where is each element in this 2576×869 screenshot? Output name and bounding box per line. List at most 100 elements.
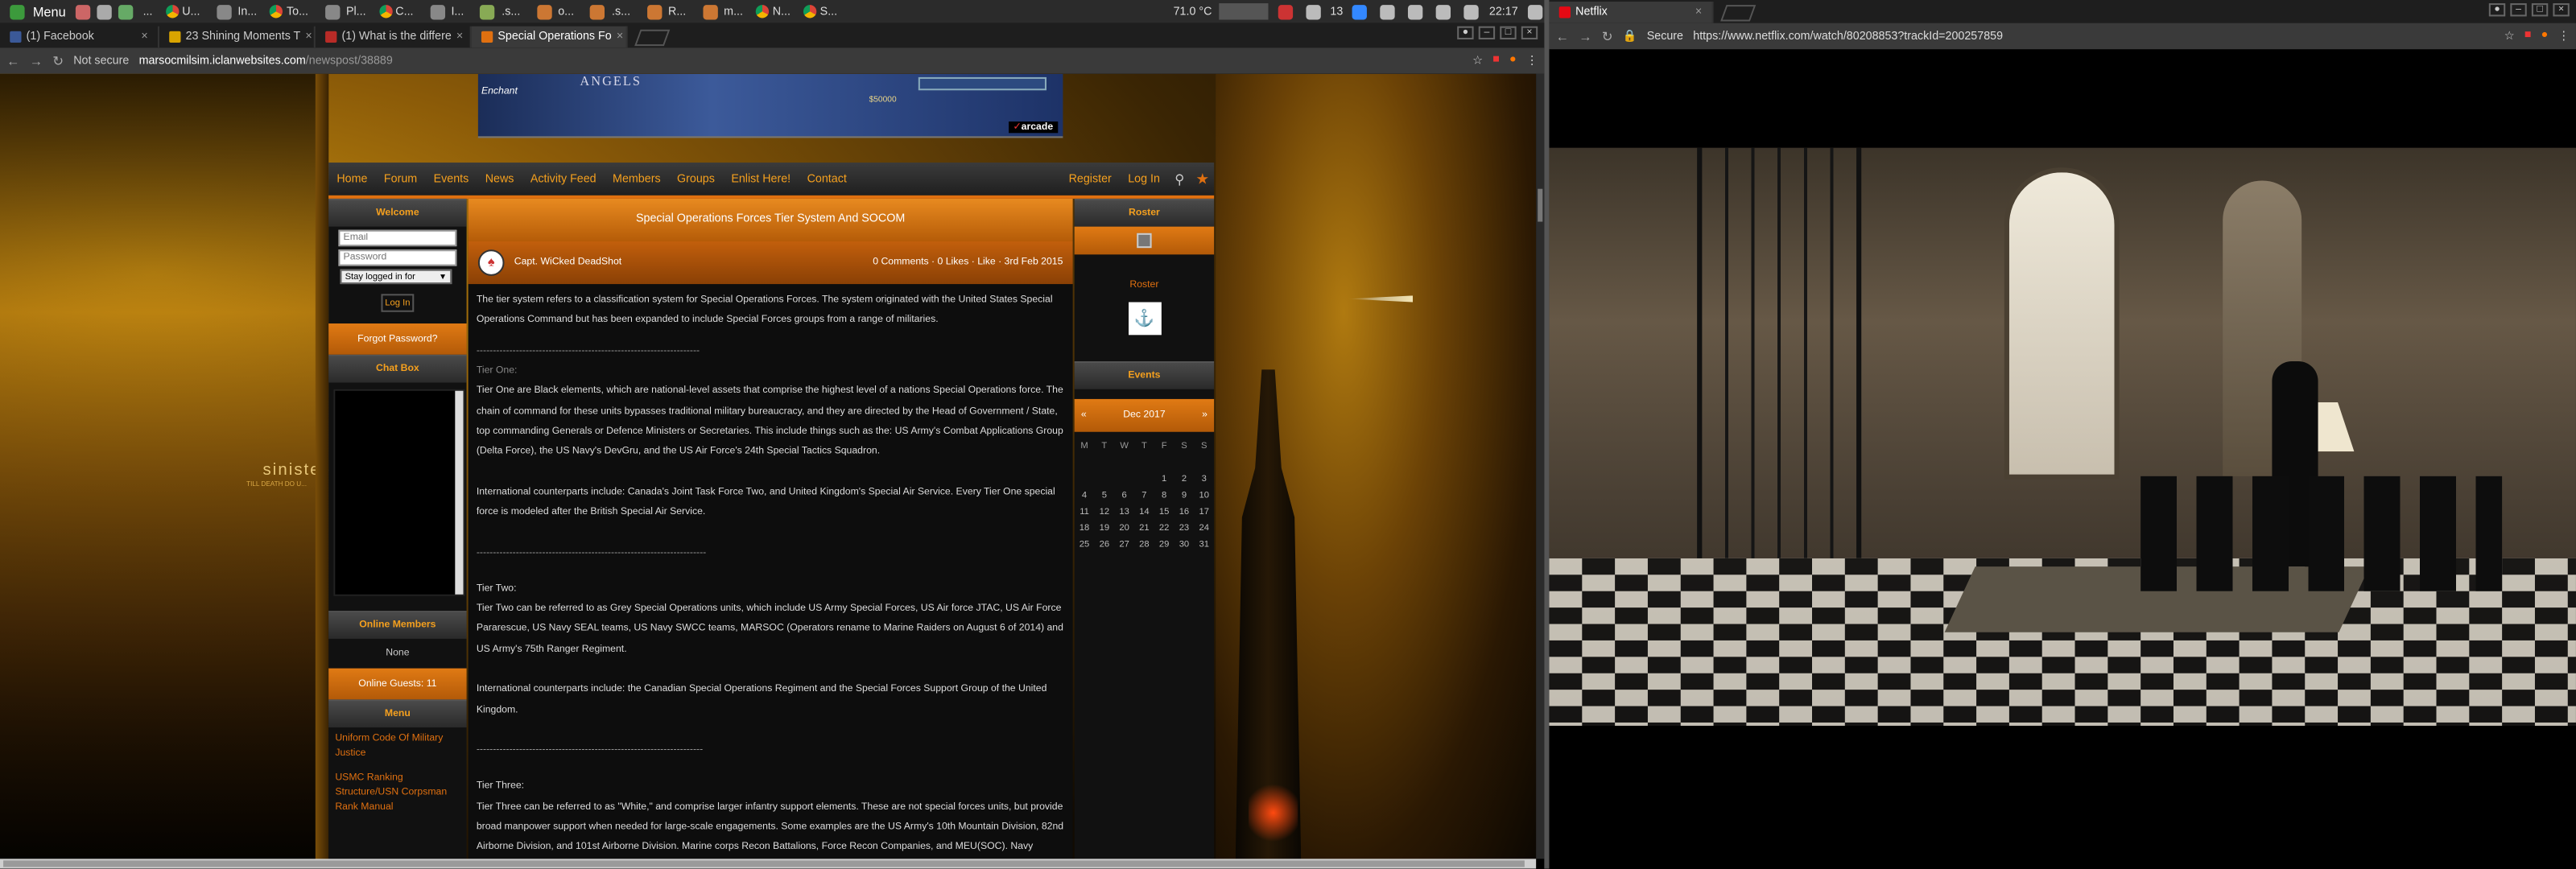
maximize-icon[interactable]: □ <box>2531 3 2549 17</box>
nav-enlist[interactable]: Enlist Here! <box>723 173 799 184</box>
minimize-icon[interactable]: – <box>2510 3 2527 17</box>
chrome-menu-icon[interactable]: ⋮ <box>1526 54 1538 67</box>
forward-icon[interactable]: → <box>1579 29 1591 43</box>
extension-icon[interactable]: ● <box>1509 54 1517 67</box>
login-button[interactable]: Log In <box>381 294 415 312</box>
calendar-day[interactable]: 22 <box>1154 521 1174 537</box>
calendar-day[interactable]: 8 <box>1154 488 1174 504</box>
security-indicator[interactable]: Not secure <box>73 55 129 66</box>
back-icon[interactable]: ← <box>6 53 19 68</box>
back-icon[interactable]: ← <box>1556 29 1569 43</box>
task-item[interactable]: N... <box>749 0 797 23</box>
bookmark-star-icon[interactable]: ☆ <box>1472 54 1483 67</box>
register-link[interactable]: Register <box>1060 173 1120 184</box>
task-item[interactable]: S... <box>797 0 844 23</box>
close-tab-icon[interactable]: × <box>456 31 463 43</box>
task-item[interactable]: U... <box>159 0 207 23</box>
calendar-day[interactable]: 30 <box>1174 537 1195 553</box>
nav-forum[interactable]: Forum <box>376 173 426 184</box>
address-bar[interactable]: https://www.netflix.com/watch/80208853?t… <box>1693 31 2003 42</box>
extension-icon[interactable]: ■ <box>1492 54 1500 67</box>
usmc-emblem-icon[interactable]: ⚓ <box>1128 302 1161 336</box>
author-avatar[interactable]: ♠ <box>477 249 505 276</box>
chatbox-scrollbar[interactable] <box>455 390 464 595</box>
battery-icon[interactable] <box>1464 4 1480 19</box>
calendar-next-icon[interactable]: » <box>1202 410 1208 420</box>
chrome-launcher-icon[interactable] <box>75 4 91 19</box>
search-icon[interactable]: ⚲ <box>1168 171 1191 186</box>
calendar-day[interactable]: 19 <box>1094 521 1114 537</box>
ad-button[interactable] <box>918 76 1046 91</box>
new-tab-button[interactable] <box>634 29 671 47</box>
close-tab-icon[interactable]: × <box>617 31 623 43</box>
calendar-day[interactable]: 5 <box>1094 488 1114 504</box>
calendar-day[interactable]: 9 <box>1174 488 1195 504</box>
task-item[interactable]: m... <box>692 0 749 23</box>
calendar-day[interactable]: 31 <box>1194 537 1214 553</box>
task-item[interactable]: In... <box>207 0 264 23</box>
bookmark-star-icon[interactable]: ☆ <box>2504 30 2515 43</box>
tab-quora[interactable]: (1) What is the differe × <box>316 26 472 48</box>
calendar-day[interactable]: 23 <box>1174 521 1195 537</box>
horizontal-scrollbar[interactable] <box>0 859 1537 869</box>
task-item[interactable]: I... <box>420 0 471 23</box>
tab-special-operations[interactable]: Special Operations Fo × <box>471 26 628 48</box>
address-bar[interactable]: marsocmilsim.iclanwebsites.com/newspost/… <box>139 55 393 66</box>
stay-logged-select[interactable]: Stay logged in for ▼ <box>340 269 452 285</box>
calendar-day[interactable]: 1 <box>1154 472 1174 488</box>
profile-icon[interactable]: ● <box>2488 3 2506 17</box>
clipboard-icon[interactable] <box>1305 4 1321 19</box>
password-field[interactable] <box>338 249 457 266</box>
calendar-day[interactable]: 12 <box>1094 505 1114 521</box>
start-menu-button[interactable]: Menu <box>0 4 72 19</box>
nav-news[interactable]: News <box>477 173 522 184</box>
roster-link[interactable]: Roster <box>1075 281 1214 290</box>
forward-icon[interactable]: → <box>30 53 43 68</box>
menu-item-usmc-ranking[interactable]: USMC Ranking Structure/USN Corpsman Rank… <box>328 767 466 821</box>
vertical-scrollbar[interactable] <box>1536 73 1545 859</box>
chrome-menu-icon[interactable]: ⋮ <box>2558 30 2570 43</box>
video-player[interactable] <box>1549 147 2576 727</box>
roster-square-icon[interactable] <box>1137 233 1152 249</box>
calendar-day[interactable]: 11 <box>1075 505 1095 521</box>
calendar-day[interactable]: 28 <box>1134 537 1154 553</box>
calendar-day[interactable]: 29 <box>1154 537 1174 553</box>
task-item[interactable]: R... <box>637 0 692 23</box>
clock[interactable]: 22:17 <box>1489 6 1518 17</box>
calendar-day[interactable]: 2 <box>1174 472 1195 488</box>
close-icon[interactable]: × <box>1521 26 1538 39</box>
task-more[interactable]: ... <box>136 0 159 23</box>
calendar-day[interactable]: 25 <box>1075 537 1095 553</box>
nav-activity-feed[interactable]: Activity Feed <box>522 173 605 184</box>
menu-item-ucmj[interactable]: Uniform Code Of Military Justice <box>328 727 466 767</box>
post-author[interactable]: Capt. WiCked DeadShot <box>514 253 621 273</box>
task-item[interactable]: Pl... <box>315 0 373 23</box>
calendar-day[interactable]: 26 <box>1094 537 1114 553</box>
lock-icon[interactable]: 🔒 <box>1623 30 1637 43</box>
calendar-day[interactable]: 3 <box>1194 472 1214 488</box>
tab-facebook[interactable]: (1) Facebook × <box>0 26 159 48</box>
reload-icon[interactable]: ↻ <box>1602 29 1613 43</box>
close-tab-icon[interactable]: × <box>1695 6 1702 18</box>
post-stats[interactable]: 0 Comments · 0 Likes · Like · 3rd Feb 20… <box>873 253 1063 273</box>
reload-icon[interactable]: ↻ <box>52 53 64 68</box>
calendar-day[interactable] <box>1075 472 1095 488</box>
calendar-day[interactable]: 4 <box>1075 488 1095 504</box>
extension-icon[interactable]: ■ <box>2524 30 2532 43</box>
extension-icon[interactable]: ● <box>2541 30 2549 43</box>
calendar-day[interactable]: 27 <box>1114 537 1134 553</box>
settings-icon[interactable] <box>1381 4 1396 19</box>
calendar-day[interactable]: 7 <box>1134 488 1154 504</box>
nav-groups[interactable]: Groups <box>669 173 723 184</box>
close-tab-icon[interactable]: × <box>141 31 147 43</box>
task-item[interactable]: o... <box>526 0 580 23</box>
horizontal-scroll-thumb[interactable] <box>3 860 1525 867</box>
close-icon[interactable]: × <box>2553 3 2570 17</box>
task-item[interactable]: .s... <box>580 0 637 23</box>
favorite-star-icon[interactable]: ★ <box>1191 170 1214 187</box>
tab-netflix[interactable]: Netflix × <box>1549 2 1714 23</box>
task-item[interactable]: .s... <box>470 0 526 23</box>
nav-home[interactable]: Home <box>328 173 376 184</box>
profile-icon[interactable]: ● <box>1457 26 1474 39</box>
maximize-icon[interactable]: □ <box>1500 26 1517 39</box>
